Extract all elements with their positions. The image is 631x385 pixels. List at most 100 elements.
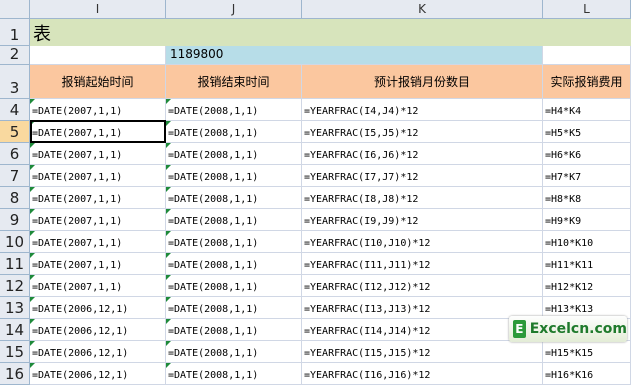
cell-j16[interactable]: =DATE(2008,1,1) — [166, 363, 302, 385]
cell-i15[interactable]: =DATE(2006,12,1) — [30, 341, 166, 363]
cell-k15[interactable]: =YEARFRAC(I15,J15)*12 — [302, 341, 543, 363]
watermark-text: Excelcn.com — [529, 321, 627, 337]
cell-k4[interactable]: =YEARFRAC(I4,J4)*12 — [302, 99, 543, 121]
row-header-4[interactable]: 4 — [0, 99, 30, 121]
cell-l15[interactable]: =H15*K15 — [543, 341, 631, 363]
cell-i9[interactable]: =DATE(2007,1,1) — [30, 209, 166, 231]
cell-i14[interactable]: =DATE(2006,12,1) — [30, 319, 166, 341]
formula-indicator-icon — [30, 297, 35, 302]
cell-l16[interactable]: =H16*K16 — [543, 363, 631, 385]
cell-k13[interactable]: =YEARFRAC(I13,J13)*12 — [302, 297, 543, 319]
cell-j15[interactable]: =DATE(2008,1,1) — [166, 341, 302, 363]
header-cell-i[interactable]: 报销起始时间 — [30, 65, 166, 99]
row-header-10[interactable]: 10 — [0, 231, 30, 253]
cell-j13[interactable]: =DATE(2008,1,1) — [166, 297, 302, 319]
row-header-3[interactable]: 3 — [0, 65, 30, 99]
cell-k8[interactable]: =YEARFRAC(I8,J8)*12 — [302, 187, 543, 209]
cell-k7[interactable]: =YEARFRAC(I7,J7)*12 — [302, 165, 543, 187]
active-cell-selection[interactable] — [30, 120, 166, 143]
row-header-12[interactable]: 12 — [0, 275, 30, 297]
cell-i8[interactable]: =DATE(2007,1,1) — [30, 187, 166, 209]
row-header-7[interactable]: 7 — [0, 165, 30, 187]
row-header-8[interactable]: 8 — [0, 187, 30, 209]
cell-k5[interactable]: =YEARFRAC(I5,J5)*12 — [302, 121, 543, 143]
formula-indicator-icon — [30, 231, 35, 236]
cell-l6[interactable]: =H6*K6 — [543, 143, 631, 165]
formula-indicator-icon — [166, 363, 171, 368]
header-cell-j[interactable]: 报销结束时间 — [166, 65, 302, 99]
total-value-cell[interactable]: 1189800 — [166, 46, 543, 65]
cell-l7[interactable]: =H7*K7 — [543, 165, 631, 187]
column-header-j[interactable]: J — [166, 0, 302, 19]
cell-i6[interactable]: =DATE(2007,1,1) — [30, 143, 166, 165]
cell-j7[interactable]: =DATE(2008,1,1) — [166, 165, 302, 187]
row-header-5[interactable]: 5 — [0, 121, 30, 143]
formula-indicator-icon — [30, 99, 35, 104]
cell-k9[interactable]: =YEARFRAC(I9,J9)*12 — [302, 209, 543, 231]
cell-k6[interactable]: =YEARFRAC(I6,J6)*12 — [302, 143, 543, 165]
cell-k12[interactable]: =YEARFRAC(I12,J12)*12 — [302, 275, 543, 297]
cell-l9[interactable]: =H9*K9 — [543, 209, 631, 231]
formula-indicator-icon — [30, 253, 35, 258]
cell-j10[interactable]: =DATE(2008,1,1) — [166, 231, 302, 253]
cell-i2[interactable] — [30, 46, 166, 65]
formula-indicator-icon — [166, 99, 171, 104]
row-header-6[interactable]: 6 — [0, 143, 30, 165]
row-header-1[interactable]: 1 — [0, 19, 30, 46]
formula-indicator-icon — [166, 143, 171, 148]
cell-j8[interactable]: =DATE(2008,1,1) — [166, 187, 302, 209]
cell-j6[interactable]: =DATE(2008,1,1) — [166, 143, 302, 165]
cell-j5[interactable]: =DATE(2008,1,1) — [166, 121, 302, 143]
formula-indicator-icon — [166, 231, 171, 236]
column-header-l[interactable]: L — [543, 0, 631, 19]
formula-indicator-icon — [166, 253, 171, 258]
formula-indicator-icon — [30, 319, 35, 324]
formula-indicator-icon — [166, 341, 171, 346]
cell-j12[interactable]: =DATE(2008,1,1) — [166, 275, 302, 297]
cell-l11[interactable]: =H11*K11 — [543, 253, 631, 275]
cell-i12[interactable]: =DATE(2007,1,1) — [30, 275, 166, 297]
formula-indicator-icon — [30, 363, 35, 368]
header-cell-l[interactable]: 实际报销费用 — [543, 65, 631, 99]
formula-indicator-icon — [30, 187, 35, 192]
cell-i13[interactable]: =DATE(2006,12,1) — [30, 297, 166, 319]
row-header-11[interactable]: 11 — [0, 253, 30, 275]
row-header-14[interactable]: 14 — [0, 319, 30, 341]
formula-indicator-icon — [30, 143, 35, 148]
formula-indicator-icon — [166, 165, 171, 170]
cell-l8[interactable]: =H8*K8 — [543, 187, 631, 209]
row-header-9[interactable]: 9 — [0, 209, 30, 231]
formula-indicator-icon — [166, 187, 171, 192]
cell-j9[interactable]: =DATE(2008,1,1) — [166, 209, 302, 231]
cell-l12[interactable]: =H12*K12 — [543, 275, 631, 297]
cell-k16[interactable]: =YEARFRAC(I16,J16)*12 — [302, 363, 543, 385]
formula-indicator-icon — [166, 209, 171, 214]
cell-j11[interactable]: =DATE(2008,1,1) — [166, 253, 302, 275]
cell-l2[interactable] — [543, 46, 631, 65]
cell-k11[interactable]: =YEARFRAC(I11,J11)*12 — [302, 253, 543, 275]
column-header-k[interactable]: K — [302, 0, 543, 19]
cell-i10[interactable]: =DATE(2007,1,1) — [30, 231, 166, 253]
cell-j14[interactable]: =DATE(2008,1,1) — [166, 319, 302, 341]
row-header-2[interactable]: 2 — [0, 45, 30, 65]
cell-j4[interactable]: =DATE(2008,1,1) — [166, 99, 302, 121]
row-header-16[interactable]: 16 — [0, 363, 30, 385]
cell-i11[interactable]: =DATE(2007,1,1) — [30, 253, 166, 275]
sheet-title[interactable]: 表 — [30, 19, 631, 46]
cell-l4[interactable]: =H4*K4 — [543, 99, 631, 121]
column-header-i[interactable]: I — [30, 0, 166, 19]
row-header-13[interactable]: 13 — [0, 297, 30, 319]
formula-indicator-icon — [30, 209, 35, 214]
excelcn-logo: E Excelcn.com — [509, 316, 627, 342]
row-header-15[interactable]: 15 — [0, 341, 30, 363]
cell-k10[interactable]: =YEARFRAC(I10,J10)*12 — [302, 231, 543, 253]
cell-i4[interactable]: =DATE(2007,1,1) — [30, 99, 166, 121]
cell-i16[interactable]: =DATE(2006,12,1) — [30, 363, 166, 385]
header-cell-k[interactable]: 预计报销月份数目 — [302, 65, 543, 99]
cell-i7[interactable]: =DATE(2007,1,1) — [30, 165, 166, 187]
cell-k14[interactable]: =YEARFRAC(I14,J14)*12 — [302, 319, 543, 341]
cell-l10[interactable]: =H10*K10 — [543, 231, 631, 253]
select-all-corner[interactable] — [0, 0, 30, 19]
cell-l5[interactable]: =H5*K5 — [543, 121, 631, 143]
formula-indicator-icon — [166, 319, 171, 324]
